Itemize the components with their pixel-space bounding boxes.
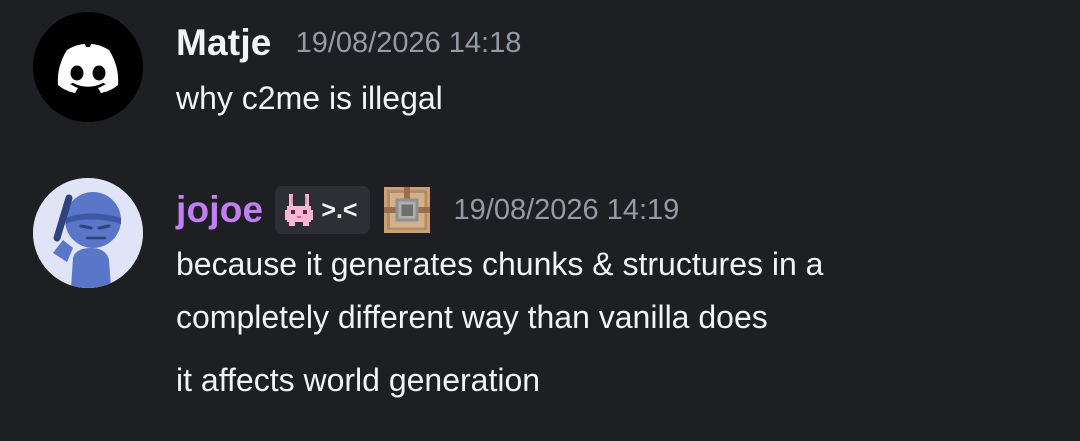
bunny-icon [285, 194, 314, 226]
message-text: completely different way than vanilla do… [176, 299, 768, 335]
username[interactable]: Matje [176, 22, 272, 64]
guild-tag-text: >.< [321, 195, 358, 224]
user-avatar [33, 178, 143, 288]
timestamp: 19/08/2026 14:19 [453, 193, 680, 226]
message-header: jojoe >.< 19/08/2026 14:19 [176, 186, 679, 234]
guild-tag[interactable]: >.< [275, 186, 370, 234]
avatar-matje[interactable] [33, 12, 143, 122]
username[interactable]: jojoe [176, 189, 263, 231]
message-text: it affects world generation [176, 362, 541, 398]
discord-logo-icon [33, 12, 143, 122]
message-matje: Matje 19/08/2026 14:18 why c2me is illeg… [0, 0, 1080, 150]
command-block-icon[interactable] [383, 187, 430, 233]
avatar-jojoe[interactable] [33, 178, 143, 288]
message-jojoe: jojoe >.< 19/08/2026 14:19 because it ge… [0, 150, 1080, 441]
message-text: why c2me is illegal [176, 80, 443, 116]
message-text: because it generates chunks & structures… [176, 246, 824, 282]
message-header: Matje 19/08/2026 14:18 [176, 20, 521, 66]
timestamp: 19/08/2026 14:18 [295, 26, 522, 59]
